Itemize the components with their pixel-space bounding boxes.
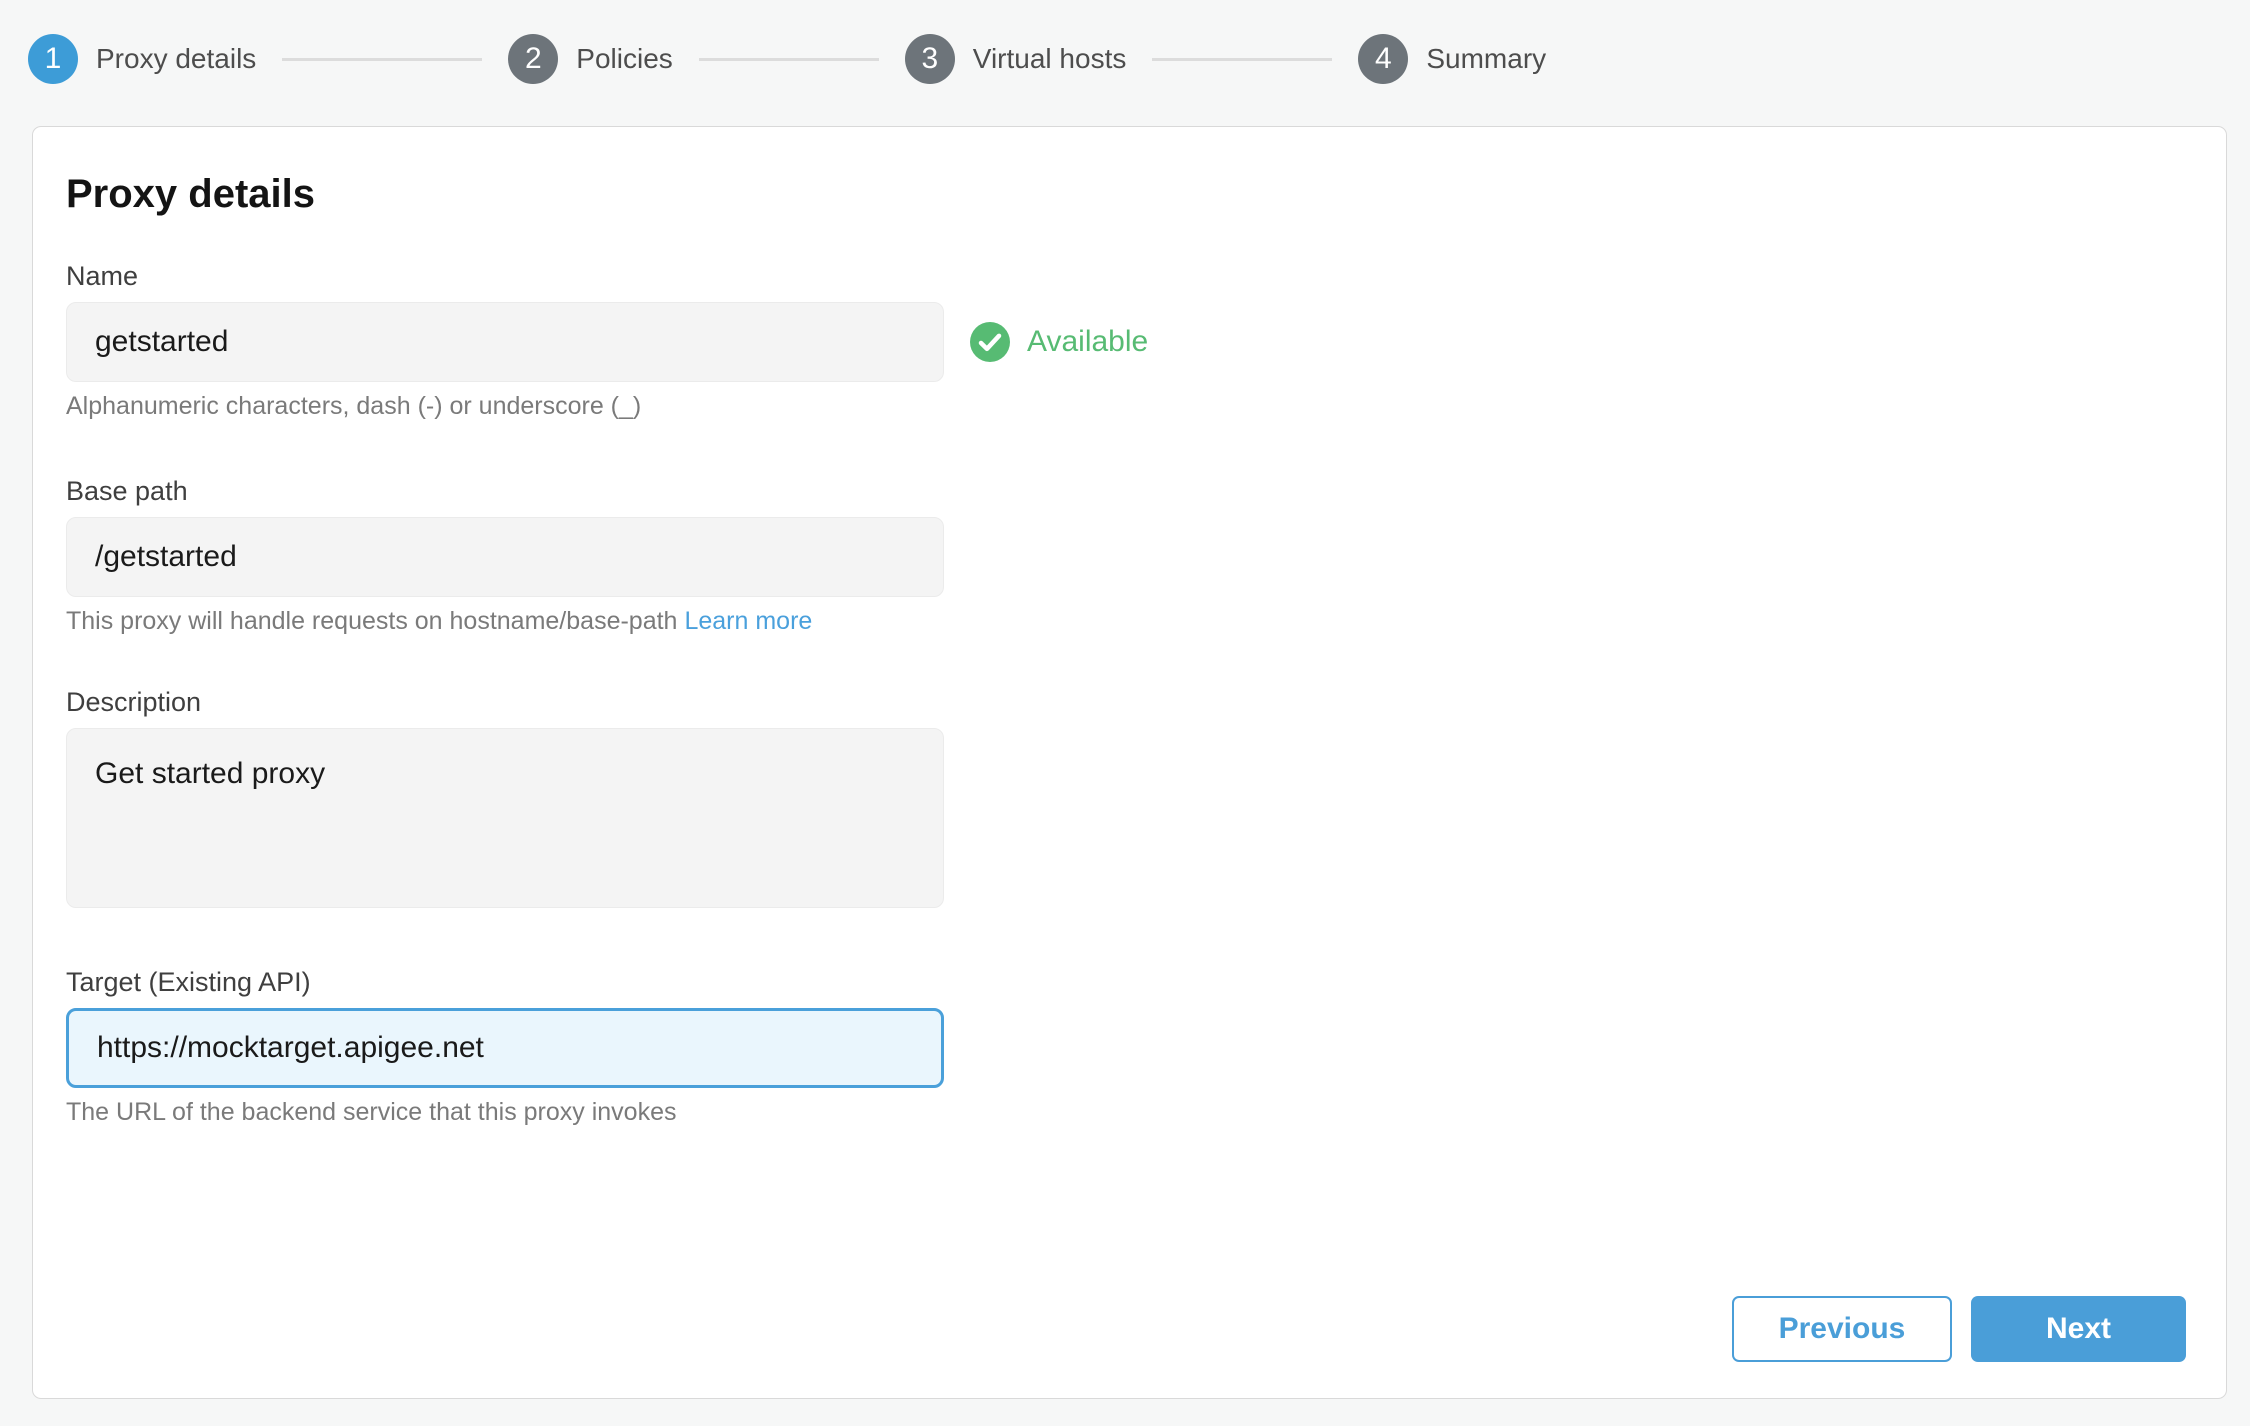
step-item-virtual-hosts[interactable]: 3 Virtual hosts [905,34,1127,84]
wizard-stepper: 1 Proxy details 2 Policies 3 Virtual hos… [0,0,2250,85]
base-path-field: Base path This proxy will handle request… [66,475,2226,636]
step-3-label: Virtual hosts [973,43,1127,75]
description-field: Description Get started proxy [66,686,2226,913]
proxy-details-card: Proxy details Name Available Alphanumeri… [32,126,2227,1399]
create-proxy-wizard-page: 1 Proxy details 2 Policies 3 Virtual hos… [0,0,2250,85]
step-item-proxy-details[interactable]: 1 Proxy details [28,34,256,84]
card-title: Proxy details [66,171,2226,217]
step-connector [699,58,879,61]
name-helper-text: Alphanumeric characters, dash (-) or und… [66,391,2226,421]
step-connector [282,58,482,61]
step-1-badge: 1 [28,34,78,84]
base-path-input[interactable] [66,517,944,597]
name-availability-status: Available [970,322,1148,362]
base-path-helper-body: This proxy will handle requests on hostn… [66,607,677,635]
name-field: Name Available Alphanumeric characters, … [66,260,2226,421]
step-1-label: Proxy details [96,43,256,75]
step-connector [1152,58,1332,61]
target-field: Target (Existing API) The URL of the bac… [66,966,2226,1127]
description-textarea[interactable]: Get started proxy [66,728,944,908]
target-label: Target (Existing API) [66,966,2226,998]
step-item-policies[interactable]: 2 Policies [508,34,672,84]
step-3-badge: 3 [905,34,955,84]
description-label: Description [66,686,2226,718]
wizard-actions: Previous Next [1732,1296,2186,1362]
step-4-badge: 4 [1358,34,1408,84]
base-path-helper-text: This proxy will handle requests on hostn… [66,606,2226,636]
learn-more-link[interactable]: Learn more [684,607,812,635]
availability-text: Available [1027,325,1148,359]
target-input[interactable] [66,1008,944,1088]
base-path-label: Base path [66,475,2226,507]
step-2-label: Policies [576,43,672,75]
target-helper-text: The URL of the backend service that this… [66,1097,2226,1127]
name-input[interactable] [66,302,944,382]
step-item-summary[interactable]: 4 Summary [1358,34,1546,84]
name-label: Name [66,260,2226,292]
check-circle-icon [970,322,1010,362]
step-4-label: Summary [1426,43,1546,75]
previous-button[interactable]: Previous [1732,1296,1952,1362]
next-button[interactable]: Next [1971,1296,2186,1362]
step-2-badge: 2 [508,34,558,84]
